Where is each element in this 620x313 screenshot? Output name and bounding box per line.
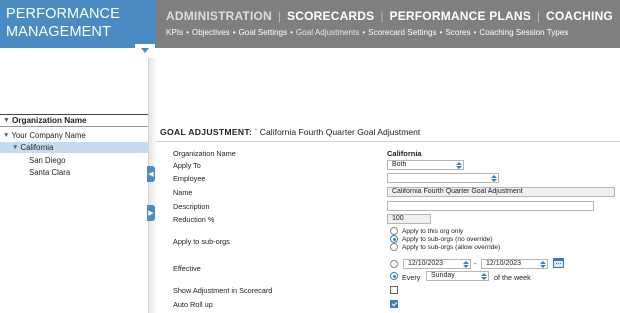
nav-coaching[interactable]: COACHING: [546, 9, 613, 23]
tree-item-your-company[interactable]: ▼ Your Company Name: [0, 130, 148, 141]
page-title-label: GOAL ADJUSTMENT:: [160, 127, 253, 137]
org-name-value: California: [387, 149, 422, 158]
nav-separator: |: [536, 9, 541, 23]
radio-label: Apply to this org only: [402, 228, 464, 235]
tree-item-california[interactable]: ▼ California: [0, 142, 148, 153]
tree-item-label: California: [20, 143, 54, 152]
radio-this-org-only[interactable]: [390, 227, 398, 235]
radio-date-range[interactable]: [390, 260, 398, 268]
radio-suborgs-allow-override[interactable]: [390, 243, 398, 251]
page-title: GOAL ADJUSTMENT: ` California Fourth Qua…: [160, 127, 420, 137]
subnav-scores[interactable]: Scores: [445, 28, 470, 37]
panel-divider: [148, 58, 156, 313]
name-input[interactable]: California Fourth Quarter Goal Adjustmen…: [387, 187, 615, 197]
tree-item-label: San Diego: [29, 156, 66, 165]
tree-item-label: Your Company Name: [11, 131, 86, 140]
org-name-label: Organization Name: [173, 149, 236, 158]
every-label: Every: [402, 273, 421, 282]
main-content: GOAL ADJUSTMENT: ` California Fourth Qua…: [156, 48, 620, 313]
employee-label: Employee: [173, 174, 206, 183]
nav-bullet: •: [186, 28, 189, 37]
subnav-goal-adjustments[interactable]: Goal Adjustments: [296, 28, 359, 37]
nav-separator: |: [380, 9, 384, 23]
nav-administration[interactable]: ADMINISTRATION: [166, 9, 272, 23]
description-label: Description: [173, 202, 210, 211]
tree-header[interactable]: ▼ Organization Name: [0, 114, 148, 127]
apply-to-label: Apply To: [173, 161, 201, 170]
title-divider: [156, 141, 620, 142]
employee-select[interactable]: [387, 173, 499, 183]
menu-toggle[interactable]: [135, 44, 155, 58]
effective-to-input[interactable]: 12/10/2023: [481, 259, 548, 269]
radio-label: Apply to sub-orgs (no override): [402, 236, 493, 243]
nav-bullet: •: [232, 28, 236, 37]
calendar-icon[interactable]: [553, 258, 564, 268]
collapse-left-icon[interactable]: ◀: [147, 166, 155, 182]
spinner-icon: [463, 261, 469, 268]
chevron-down-icon: [141, 48, 149, 53]
nav-bullet: •: [473, 28, 477, 37]
nav-performance-plans[interactable]: PERFORMANCE PLANS: [390, 9, 531, 23]
subnav-scorecard-settings[interactable]: Scorecard Settings: [368, 28, 436, 37]
expand-right-icon[interactable]: ▶: [147, 205, 155, 221]
main-nav: ADMINISTRATION | SCORECARDS | PERFORMANC…: [166, 9, 613, 23]
sub-nav: KPIs • Objectives • Goal Settings • Goal…: [166, 28, 568, 37]
spinner-icon: [491, 175, 497, 182]
nav-bullet: •: [290, 28, 293, 37]
nav-bullet: •: [362, 28, 366, 37]
auto-rollup-checkbox[interactable]: [390, 300, 398, 308]
every-day-select[interactable]: Sunday: [426, 271, 489, 281]
tree-header-label: Organization Name: [11, 116, 87, 125]
caret-down-icon: ▼: [3, 117, 10, 124]
apply-to-select[interactable]: Both: [387, 160, 464, 170]
radio-every-week[interactable]: [390, 272, 398, 280]
date-range-dash: -: [474, 259, 477, 268]
nav-scorecards[interactable]: SCORECARDS: [287, 9, 374, 23]
spinner-icon: [540, 261, 546, 268]
caret-down-icon[interactable]: ▼: [12, 144, 18, 151]
tree-item-santa-clara[interactable]: Santa Clara: [0, 167, 148, 178]
brand-block: PERFORMANCE MANAGEMENT: [0, 0, 156, 48]
radio-suborgs-no-override[interactable]: [390, 235, 398, 243]
top-nav: ADMINISTRATION | SCORECARDS | PERFORMANC…: [156, 0, 620, 48]
reduction-label: Reduction %: [173, 215, 215, 224]
radio-label: Apply to sub-orgs (allow override): [402, 244, 501, 251]
auto-rollup-label: Auto Roll up: [173, 300, 213, 309]
subnav-coaching-session-types[interactable]: Coaching Session Types: [479, 28, 568, 37]
caret-down-icon[interactable]: ▼: [3, 132, 9, 139]
subnav-kpis[interactable]: KPIs: [166, 28, 183, 37]
spinner-icon: [456, 162, 462, 169]
reduction-input[interactable]: 100: [387, 214, 431, 224]
tree-item-label: Santa Clara: [29, 168, 71, 177]
app-title: PERFORMANCE MANAGEMENT: [6, 6, 120, 40]
name-label: Name: [173, 188, 193, 197]
subnav-objectives[interactable]: Objectives: [192, 28, 230, 37]
show-adjustment-label: Show Adjustment in Scorecard: [173, 286, 273, 295]
spinner-icon: [481, 273, 487, 280]
page-title-value: ` California Fourth Quarter Goal Adjustm…: [252, 127, 421, 137]
suborgs-label: Apply to sub-orgs: [173, 237, 230, 246]
effective-label: Effective: [173, 264, 201, 273]
description-input[interactable]: [387, 201, 594, 211]
subnav-goal-settings[interactable]: Goal Settings: [239, 28, 288, 37]
effective-from-input[interactable]: 12/10/2023: [403, 259, 471, 269]
nav-bullet: •: [439, 28, 443, 37]
of-week-label: of the week: [494, 273, 531, 282]
nav-separator: |: [277, 9, 282, 23]
show-adjustment-checkbox[interactable]: [390, 286, 398, 294]
tree-item-san-diego[interactable]: San Diego: [0, 155, 148, 166]
